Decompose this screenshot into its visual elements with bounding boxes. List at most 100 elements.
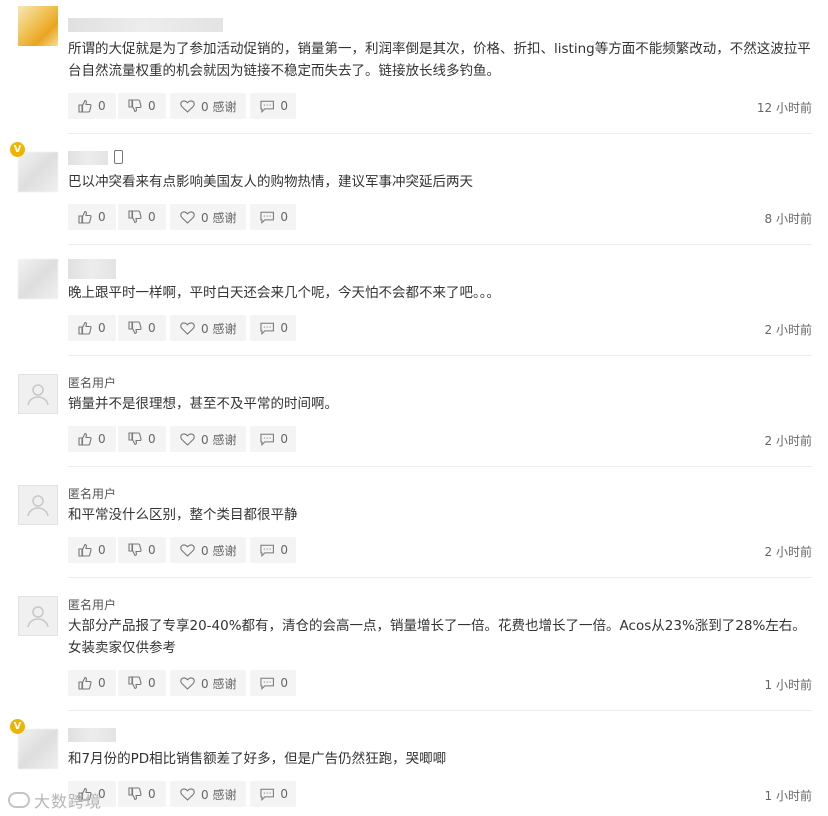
user-silhouette-icon (27, 495, 49, 517)
username[interactable]: 匿名用户 (68, 596, 116, 613)
upvote-button[interactable]: 0 (68, 426, 116, 452)
reply-count: 0 (280, 321, 288, 335)
thanks-label: 0 感谢 (201, 676, 237, 691)
comment-actions: 0 0 0 感谢 0 (68, 670, 298, 696)
comment-icon (260, 322, 274, 335)
downvote-count: 0 (148, 210, 156, 224)
downvote-button[interactable]: 0 (118, 204, 166, 230)
comment-text: 所谓的大促就是为了参加活动促销的，销量第一，利润率倒是其次，价格、折扣、list… (68, 41, 811, 79)
comment-item: 匿名用户 大部分产品报了专享20-40%都有，清仓的会高一点，销量增长了一倍。花… (0, 578, 828, 711)
thumbs-down-icon (128, 321, 142, 335)
reply-button[interactable]: 0 (250, 204, 296, 230)
thanks-button[interactable]: 0 感谢 (170, 781, 246, 807)
user-avatar[interactable] (18, 485, 58, 525)
downvote-button[interactable]: 0 (118, 781, 166, 807)
downvote-button[interactable]: 0 (118, 537, 166, 563)
username-blurred[interactable] (68, 18, 223, 32)
downvote-count: 0 (148, 321, 156, 335)
comment-icon (260, 677, 274, 690)
thumbs-down-icon (128, 210, 142, 224)
comment-time: 1 小时前 (764, 678, 812, 692)
reply-button[interactable]: 0 (250, 670, 296, 696)
reply-count: 0 (280, 210, 288, 224)
thanks-button[interactable]: 0 感谢 (170, 93, 246, 119)
upvote-count: 0 (98, 321, 106, 335)
username-blurred[interactable] (68, 259, 116, 279)
comment-icon (260, 544, 274, 557)
comment-item: 所谓的大促就是为了参加活动促销的，销量第一，利润率倒是其次，价格、折扣、list… (0, 0, 828, 134)
user-avatar[interactable] (18, 729, 58, 769)
thanks-button[interactable]: 0 感谢 (170, 426, 246, 452)
comment-time: 2 小时前 (764, 434, 812, 448)
reply-button[interactable]: 0 (250, 537, 296, 563)
username-blurred[interactable] (68, 151, 108, 165)
reply-button[interactable]: 0 (250, 315, 296, 341)
comment-time: 2 小时前 (764, 323, 812, 337)
upvote-button[interactable]: 0 (68, 93, 116, 119)
heart-icon (180, 676, 195, 690)
thanks-label: 0 感谢 (201, 787, 237, 802)
comment-item: V 和7月份的PD相比销售额差了好多，但是广告仍然狂跑，哭唧唧 0 0 0 感谢… (0, 711, 828, 816)
reply-button[interactable]: 0 (250, 426, 296, 452)
thumbs-up-icon (78, 432, 92, 446)
thumbs-up-icon (78, 321, 92, 335)
downvote-button[interactable]: 0 (118, 426, 166, 452)
thanks-button[interactable]: 0 感谢 (170, 670, 246, 696)
comment-actions: 0 0 0 感谢 0 (68, 315, 298, 341)
thumbs-down-icon (128, 787, 142, 801)
downvote-count: 0 (148, 432, 156, 446)
downvote-count: 0 (148, 787, 156, 801)
heart-icon (180, 321, 195, 335)
thanks-label: 0 感谢 (201, 99, 237, 114)
downvote-button[interactable]: 0 (118, 93, 166, 119)
comment-item: V 巴以冲突看来有点影响美国友人的购物热情，建议军事冲突延后两天 0 0 0 感… (0, 134, 828, 245)
comment-time: 2 小时前 (764, 545, 812, 559)
vip-badge: V (10, 719, 25, 734)
user-avatar[interactable] (18, 259, 58, 299)
downvote-button[interactable]: 0 (118, 315, 166, 341)
downvote-button[interactable]: 0 (118, 670, 166, 696)
upvote-count: 0 (98, 543, 106, 557)
upvote-count: 0 (98, 432, 106, 446)
watermark-logo-icon (8, 792, 30, 808)
username[interactable]: 匿名用户 (68, 485, 116, 502)
thanks-label: 0 感谢 (201, 210, 237, 225)
comment-icon (260, 788, 274, 801)
upvote-button[interactable]: 0 (68, 204, 116, 230)
thumbs-up-icon (78, 676, 92, 690)
user-avatar[interactable] (18, 374, 58, 414)
thanks-button[interactable]: 0 感谢 (170, 204, 246, 230)
comment-icon (260, 211, 274, 224)
comment-text: 和平常没什么区别，整个类目都很平静 (68, 507, 298, 523)
username[interactable]: 匿名用户 (68, 374, 116, 391)
reply-button[interactable]: 0 (250, 781, 296, 807)
comment-actions: 0 0 0 感谢 0 (68, 204, 298, 230)
comment-time: 12 小时前 (756, 101, 812, 115)
thanks-button[interactable]: 0 感谢 (170, 537, 246, 563)
reply-count: 0 (280, 432, 288, 446)
reply-count: 0 (280, 676, 288, 690)
upvote-button[interactable]: 0 (68, 315, 116, 341)
reply-count: 0 (280, 543, 288, 557)
comment-text: 和7月份的PD相比销售额差了好多，但是广告仍然狂跑，哭唧唧 (68, 751, 447, 767)
watermark-text: 大数跨境 (34, 792, 103, 811)
comment-icon (260, 100, 274, 113)
comment-actions: 0 0 0 感谢 0 (68, 426, 298, 452)
comment-time: 8 小时前 (764, 212, 812, 226)
upvote-button[interactable]: 0 (68, 670, 116, 696)
heart-icon (180, 787, 195, 801)
thumbs-down-icon (128, 543, 142, 557)
username-blurred[interactable] (68, 728, 116, 742)
user-avatar[interactable] (18, 6, 58, 46)
thanks-label: 0 感谢 (201, 321, 237, 336)
comment-item: 匿名用户 和平常没什么区别，整个类目都很平静 0 0 0 感谢 0 2 小时前 (0, 467, 828, 578)
user-avatar[interactable] (18, 152, 58, 192)
reply-button[interactable]: 0 (250, 93, 296, 119)
thumbs-up-icon (78, 543, 92, 557)
reply-count: 0 (280, 99, 288, 113)
upvote-button[interactable]: 0 (68, 537, 116, 563)
user-avatar[interactable] (18, 596, 58, 636)
thanks-button[interactable]: 0 感谢 (170, 315, 246, 341)
comment-time: 1 小时前 (764, 789, 812, 803)
reply-count: 0 (280, 787, 288, 801)
